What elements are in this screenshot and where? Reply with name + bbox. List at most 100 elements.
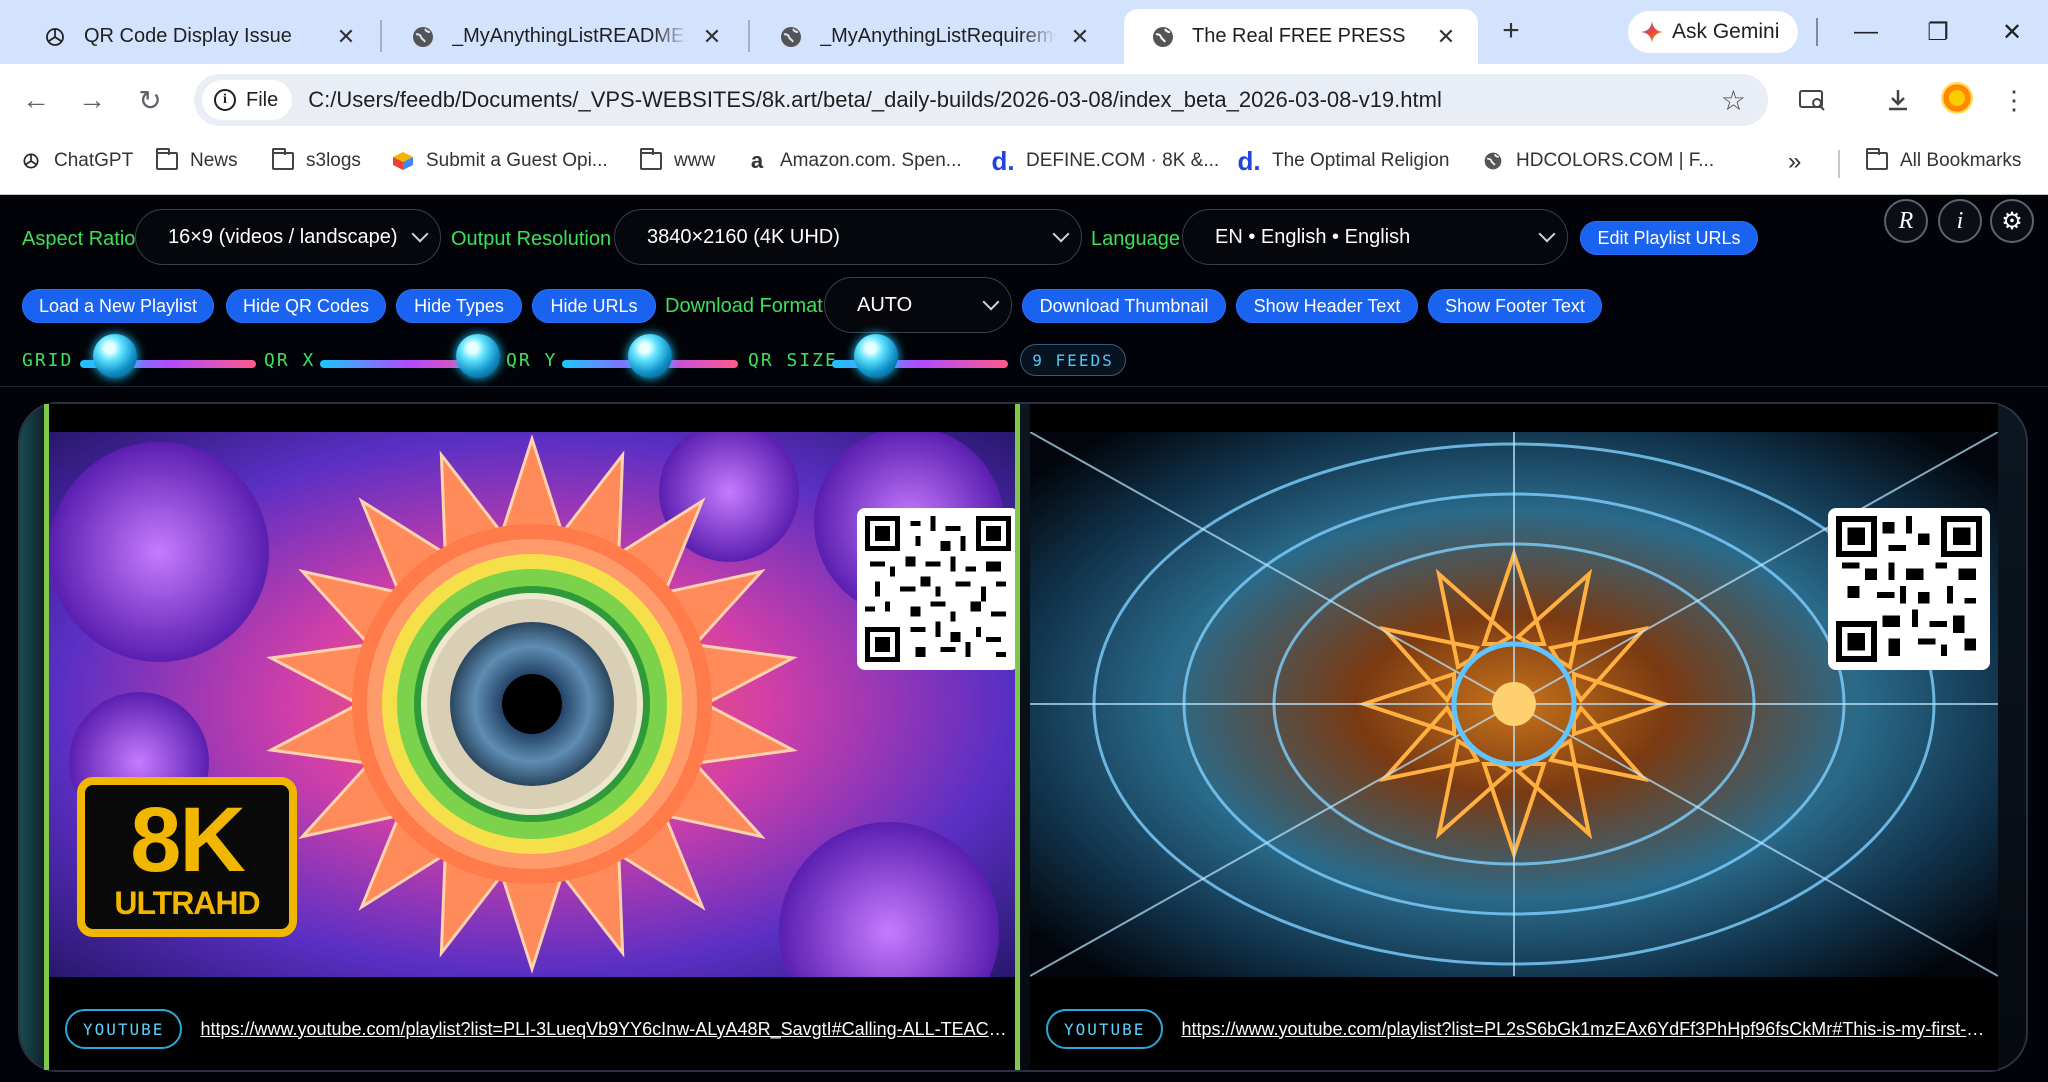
bookmark-star-icon[interactable]: ☆ xyxy=(1721,84,1746,117)
8k-logo-text: 8K xyxy=(130,789,246,891)
colorful-box-icon xyxy=(392,150,414,172)
qr-code-image xyxy=(1836,516,1982,662)
edit-playlist-urls-button[interactable]: Edit Playlist URLs xyxy=(1580,221,1758,255)
feed-url-link[interactable]: https://www.youtube.com/playlist?list=PL… xyxy=(200,1019,1010,1040)
globe-icon xyxy=(1482,150,1504,172)
feed-footer: YOUTUBE https://www.youtube.com/playlist… xyxy=(49,1004,1015,1054)
download-thumbnail-button[interactable]: Download Thumbnail xyxy=(1022,289,1226,323)
qr-x-slider-label: QR X xyxy=(264,350,316,371)
aspect-ratio-select[interactable]: 16×9 (videos / landscape) xyxy=(135,209,441,265)
restore-icon[interactable]: ❐ xyxy=(1918,12,1958,52)
bookmark-label: HDCOLORS.COM | F... xyxy=(1516,150,1715,171)
info-button[interactable]: i xyxy=(1938,199,1982,243)
divider xyxy=(0,386,2048,387)
bookmarks-overflow-icon[interactable]: » xyxy=(1788,148,1801,176)
tab-readme[interactable]: _MyAnythingListREADME.htm ✕ xyxy=(384,9,744,64)
close-window-icon[interactable]: ✕ xyxy=(1992,12,2032,52)
browser-toolbar: ← → ↻ i File C:/Users/feedb/Documents/_V… xyxy=(0,64,2048,136)
address-bar[interactable]: i File C:/Users/feedb/Documents/_VPS-WEB… xyxy=(194,74,1768,126)
ask-gemini-button[interactable]: Ask Gemini xyxy=(1628,11,1798,53)
feed-footer: YOUTUBE https://www.youtube.com/playlist… xyxy=(1030,1004,1998,1054)
all-bookmarks-label: All Bookmarks xyxy=(1900,150,2022,171)
settings-gear-icon[interactable]: ⚙ xyxy=(1990,199,2034,243)
qr-y-slider-thumb[interactable] xyxy=(628,334,672,378)
bookmark-s3logs[interactable]: s3logs xyxy=(272,148,361,172)
feed-card[interactable]: 8K ULTRAHD YOUTUBE https://www.youtube.c… xyxy=(44,404,1020,1070)
gemini-sparkle-icon xyxy=(1641,21,1663,43)
bookmark-news[interactable]: News xyxy=(156,148,238,172)
tab-title: _MyAnythingListRequirements xyxy=(820,25,1056,47)
feed-card[interactable]: YOUTUBE https://www.youtube.com/playlist… xyxy=(1030,404,1998,1070)
url-text[interactable]: C:/Users/feedb/Documents/_VPS-WEBSITES/8… xyxy=(308,87,1442,113)
profile-avatar[interactable] xyxy=(1941,82,1973,114)
bookmark-amazon[interactable]: a Amazon.com. Spen... xyxy=(746,148,962,173)
language-select[interactable]: EN • English • English xyxy=(1182,209,1568,265)
tab-requirements[interactable]: _MyAnythingListRequirements ✕ xyxy=(752,9,1112,64)
feed-url-link[interactable]: https://www.youtube.com/playlist?list=PL… xyxy=(1181,1019,1991,1040)
folder-icon xyxy=(1866,148,1888,172)
bookmark-label: ChatGPT xyxy=(54,150,134,171)
bookmark-chatgpt[interactable]: ChatGPT xyxy=(20,150,133,172)
bookmarks-bar: ChatGPT News s3logs Submit a Guest Opi..… xyxy=(0,136,2048,194)
download-format-select[interactable]: AUTO xyxy=(824,277,1012,333)
feeds-count-badge: 9 FEEDS xyxy=(1020,344,1126,376)
qr-size-slider-thumb[interactable] xyxy=(854,334,898,378)
close-icon[interactable]: ✕ xyxy=(332,23,360,51)
folder-icon xyxy=(272,148,294,172)
bookmark-guest-opinion[interactable]: Submit a Guest Opi... xyxy=(392,150,608,172)
tab-separator xyxy=(380,20,382,52)
amazon-icon: a xyxy=(750,148,764,173)
ask-gemini-label: Ask Gemini xyxy=(1672,20,1780,43)
download-format-label: Download Format xyxy=(665,295,823,317)
output-resolution-select[interactable]: 3840×2160 (4K UHD) xyxy=(614,209,1082,265)
show-footer-text-button[interactable]: Show Footer Text xyxy=(1428,289,1602,323)
close-icon[interactable]: ✕ xyxy=(698,23,726,51)
qr-size-slider-label: QR SIZE xyxy=(748,350,838,371)
hide-types-button[interactable]: Hide Types xyxy=(396,289,522,323)
globe-icon xyxy=(410,24,436,50)
bookmark-label: The Optimal Religion xyxy=(1272,150,1450,171)
r-button[interactable]: R xyxy=(1884,199,1928,243)
close-icon[interactable]: ✕ xyxy=(1432,23,1460,51)
bookmark-www[interactable]: www xyxy=(640,148,715,172)
all-bookmarks[interactable]: All Bookmarks xyxy=(1866,148,2022,172)
download-icon[interactable] xyxy=(1880,82,1916,118)
reload-icon[interactable]: ↻ xyxy=(132,82,168,118)
tab-real-free-press[interactable]: The Real FREE PRESS ✕ xyxy=(1124,9,1478,64)
new-tab-button[interactable]: + xyxy=(1494,14,1528,48)
openai-icon xyxy=(42,24,68,50)
tab-qr-code-display-issue[interactable]: QR Code Display Issue ✕ xyxy=(16,9,378,64)
openai-icon xyxy=(20,150,42,172)
tab-strip: QR Code Display Issue ✕ _MyAnythingListR… xyxy=(0,0,2048,64)
grid-slider-thumb[interactable] xyxy=(93,334,138,378)
feed-type-badge: YOUTUBE xyxy=(65,1009,183,1049)
output-resolution-label: Output Resolution xyxy=(451,228,612,250)
back-arrow-icon[interactable]: ← xyxy=(18,82,54,118)
bookmark-label: s3logs xyxy=(306,150,361,171)
feed-type-badge: YOUTUBE xyxy=(1046,1009,1164,1049)
hide-qr-codes-button[interactable]: Hide QR Codes xyxy=(226,289,386,323)
show-header-text-button[interactable]: Show Header Text xyxy=(1236,289,1418,323)
load-new-playlist-button[interactable]: Load a New Playlist xyxy=(22,289,214,323)
info-icon: i xyxy=(214,89,236,111)
hide-urls-button[interactable]: Hide URLs xyxy=(532,289,656,323)
chevron-down-icon xyxy=(411,225,429,243)
minimize-icon[interactable]: — xyxy=(1846,12,1886,52)
close-icon[interactable]: ✕ xyxy=(1066,23,1094,51)
language-value: EN • English • English xyxy=(1215,225,1411,248)
site-info-chip[interactable]: i File xyxy=(202,80,293,120)
bookmark-hdcolors[interactable]: HDCOLORS.COM | F... xyxy=(1482,150,1714,172)
more-menu-icon[interactable]: ⋮ xyxy=(1996,82,2032,118)
aspect-ratio-value: 16×9 (videos / landscape) xyxy=(168,225,398,248)
scheme-label: File xyxy=(246,88,279,111)
qr-code xyxy=(1828,508,1990,670)
qr-code-image xyxy=(865,516,1011,662)
forward-arrow-icon[interactable]: → xyxy=(74,82,110,118)
chevron-down-icon xyxy=(1052,225,1070,243)
cast-screen-icon[interactable] xyxy=(1794,82,1830,118)
output-resolution-value: 3840×2160 (4K UHD) xyxy=(647,225,840,248)
bookmark-define[interactable]: d. DEFINE.COM · 8K &... xyxy=(991,146,1219,176)
chevron-down-icon xyxy=(1538,225,1556,243)
8k-ultrahd-logo: 8K ULTRAHD xyxy=(77,777,297,937)
bookmark-optimal-religion[interactable]: d. The Optimal Religion xyxy=(1237,146,1450,176)
